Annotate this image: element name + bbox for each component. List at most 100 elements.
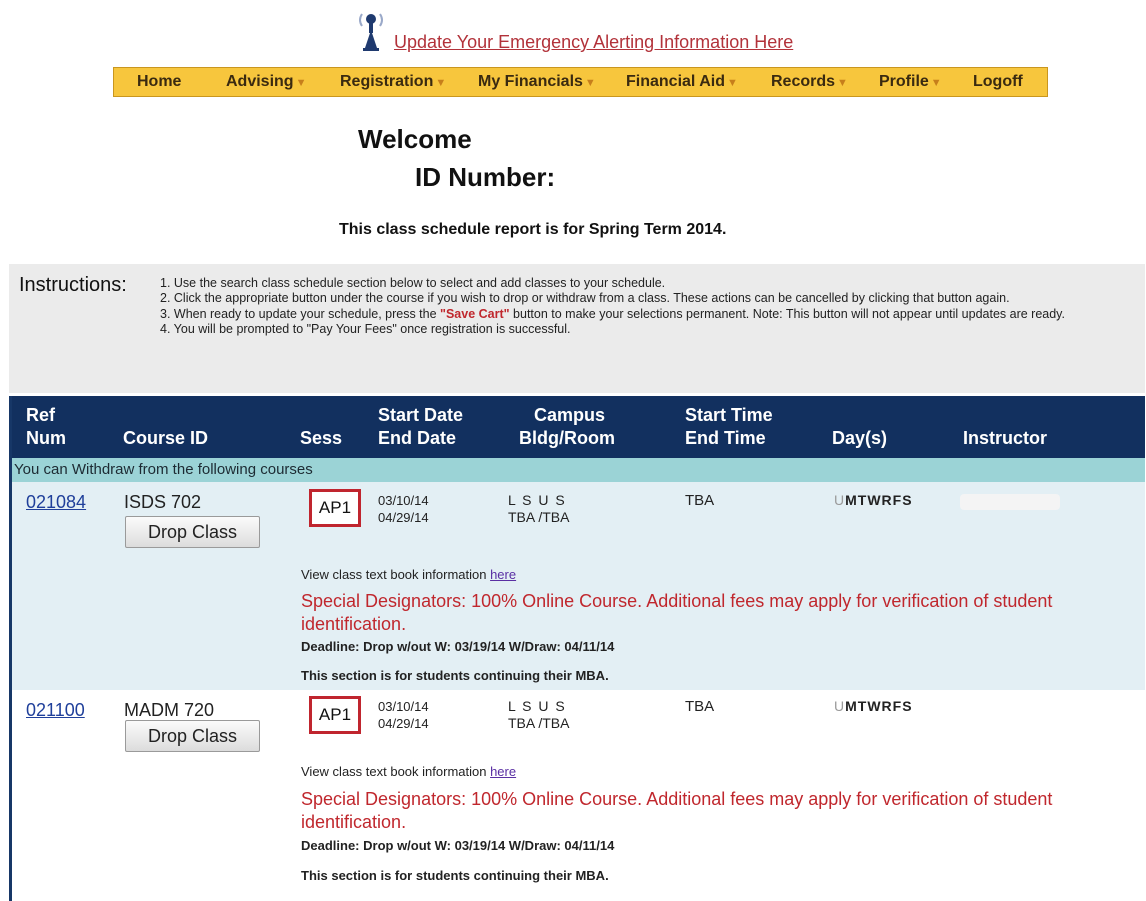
days-value: MTWRFS bbox=[845, 698, 913, 714]
header-end-date: End Date bbox=[378, 428, 457, 448]
nav-home-label: Home bbox=[137, 73, 182, 90]
course-time: TBA bbox=[685, 492, 715, 509]
course-dates: 03/10/14 04/29/14 bbox=[378, 492, 429, 526]
drop-class-button[interactable]: Drop Class bbox=[125, 720, 260, 752]
header-sess: Sess bbox=[300, 428, 343, 448]
instructions-list: 1. Use the search class schedule section… bbox=[160, 276, 1105, 338]
textbook-info: View class text book information here bbox=[301, 567, 516, 582]
bldg-room: TBA /TBA bbox=[508, 715, 570, 731]
nav-profile[interactable]: Profile ▼ bbox=[879, 68, 942, 96]
drop-class-button[interactable]: Drop Class bbox=[125, 516, 260, 548]
header-ref: Ref bbox=[26, 405, 56, 425]
nav-profile-label: Profile bbox=[879, 73, 929, 90]
nav-records[interactable]: Records ▼ bbox=[771, 68, 848, 96]
header-start-time: Start Time bbox=[685, 405, 773, 425]
header-dates: Start Date End Date bbox=[378, 404, 463, 450]
textbook-link[interactable]: here bbox=[490, 764, 516, 779]
class-schedule-table: Ref Num Course ID Sess Start Date End Date… bbox=[9, 396, 1145, 901]
instruction-3-text-end: button to make your selections permanent… bbox=[509, 306, 1065, 321]
instructor-redacted bbox=[960, 494, 1060, 510]
chevron-down-icon: ▼ bbox=[584, 77, 596, 89]
nav-financial-aid-label: Financial Aid bbox=[626, 73, 725, 90]
campus: L S U S bbox=[508, 492, 567, 508]
chevron-down-icon: ▼ bbox=[435, 77, 447, 89]
id-number-label: ID Number: bbox=[415, 162, 556, 192]
header-ref-num: Ref Num bbox=[26, 404, 66, 450]
end-date: 04/29/14 bbox=[378, 716, 429, 731]
section-note: This section is for students continuing … bbox=[301, 868, 609, 883]
header-instructor: Instructor bbox=[963, 428, 1048, 448]
main-nav: Home Advising ▼ Registration ▼ My Financia… bbox=[113, 67, 1048, 97]
alert-tower-icon bbox=[356, 8, 386, 52]
nav-my-financials-label: My Financials bbox=[478, 73, 583, 90]
chevron-down-icon: ▼ bbox=[726, 77, 738, 89]
instruction-3-text: 3. When ready to update your schedule, p… bbox=[160, 306, 441, 321]
nav-registration-label: Registration bbox=[340, 73, 434, 90]
course-dates: 03/10/14 04/29/14 bbox=[378, 698, 429, 732]
instruction-1: 1. Use the search class schedule section… bbox=[160, 276, 666, 290]
campus-room: L S U S TBA /TBA bbox=[508, 698, 569, 732]
chevron-down-icon: ▼ bbox=[930, 77, 942, 89]
table-header: Ref Num Course ID Sess Start Date End Date… bbox=[12, 396, 1145, 458]
textbook-link[interactable]: here bbox=[490, 567, 516, 582]
ref-num-link[interactable]: 021100 bbox=[26, 700, 85, 721]
header-campus: Campus Bldg/Room bbox=[519, 404, 615, 450]
chevron-down-icon: ▼ bbox=[837, 77, 848, 89]
deadline-text: Deadline: Drop w/out W: 03/19/14 W/Draw:… bbox=[301, 838, 615, 853]
header-start-date: Start Date bbox=[378, 405, 464, 425]
special-designators: Special Designators: 100% Online Course.… bbox=[301, 789, 1053, 832]
course-time: TBA bbox=[685, 698, 715, 715]
instructions-title: Instructions: bbox=[19, 274, 127, 296]
nav-home[interactable]: Home bbox=[137, 68, 181, 96]
special-designators: Special Designators: 100% Online Course.… bbox=[301, 591, 1053, 634]
chevron-down-icon: ▼ bbox=[295, 77, 307, 89]
start-date: 03/10/14 bbox=[378, 493, 429, 508]
section-note: This section is for students continuing … bbox=[301, 668, 609, 683]
textbook-text: View class text book information bbox=[301, 764, 491, 779]
campus: L S U S bbox=[508, 698, 567, 714]
days-prefix: U bbox=[834, 698, 846, 714]
header-bldg-room: Bldg/Room bbox=[519, 428, 615, 448]
emergency-alert-link[interactable]: Update Your Emergency Alerting Informati… bbox=[394, 32, 793, 53]
nav-financial-aid[interactable]: Financial Aid ▼ bbox=[626, 68, 738, 96]
course-id: MADM 720 bbox=[124, 700, 215, 720]
instruction-4: 4. You will be prompted to "Pay Your Fee… bbox=[160, 322, 571, 337]
instruction-2: 2. Click the appropriate button under th… bbox=[160, 291, 1010, 306]
textbook-info: View class text book information here bbox=[301, 764, 516, 779]
header-course-id: Course ID bbox=[123, 428, 209, 448]
header-campus-label: Campus bbox=[534, 405, 606, 425]
nav-advising-label: Advising bbox=[226, 73, 294, 90]
nav-records-label: Records bbox=[771, 73, 836, 90]
header-num: Num bbox=[26, 428, 66, 448]
textbook-text: View class text book information bbox=[301, 567, 491, 582]
days-prefix: U bbox=[834, 492, 846, 508]
campus-room: L S U S TBA /TBA bbox=[508, 492, 569, 526]
instructions-panel: Instructions: 1. Use the search class sc… bbox=[9, 264, 1145, 393]
bldg-room: TBA /TBA bbox=[508, 509, 570, 525]
ref-num-link[interactable]: 021084 bbox=[26, 492, 86, 513]
nav-advising[interactable]: Advising ▼ bbox=[226, 68, 306, 96]
term-text: This class schedule report is for Spring… bbox=[339, 221, 727, 238]
course-id: ISDS 702 bbox=[124, 492, 202, 512]
nav-registration[interactable]: Registration ▼ bbox=[340, 68, 446, 96]
instruction-3: 3. When ready to update your schedule, p… bbox=[160, 307, 1105, 322]
header-days: Day(s) bbox=[832, 428, 888, 448]
nav-logoff-label: Logoff bbox=[973, 73, 1023, 90]
withdraw-notice: You can Withdraw from the following cour… bbox=[12, 458, 1145, 482]
header-end-time: End Time bbox=[685, 428, 766, 448]
deadline-text: Deadline: Drop w/out W: 03/19/14 W/Draw:… bbox=[301, 639, 615, 654]
session-code: AP1 bbox=[309, 696, 361, 734]
end-date: 04/29/14 bbox=[378, 510, 429, 525]
welcome-heading: Welcome bbox=[358, 124, 472, 154]
session-code: AP1 bbox=[309, 489, 361, 527]
start-date: 03/10/14 bbox=[378, 699, 429, 714]
nav-logoff[interactable]: Logoff bbox=[973, 68, 1023, 96]
save-cart-label: "Save Cart" bbox=[440, 306, 510, 321]
nav-my-financials[interactable]: My Financials ▼ bbox=[478, 68, 596, 96]
course-days: UMTWRFS bbox=[834, 492, 913, 508]
table-row: 021100 MADM 720 Drop Class AP1 03/10/14 0… bbox=[12, 690, 1145, 901]
table-row: 021084 ISDS 702 Drop Class AP1 03/10/14 0… bbox=[12, 482, 1145, 690]
days-value: MTWRFS bbox=[845, 492, 913, 508]
course-days: UMTWRFS bbox=[834, 698, 913, 714]
header-time: Start Time End Time bbox=[685, 404, 773, 450]
